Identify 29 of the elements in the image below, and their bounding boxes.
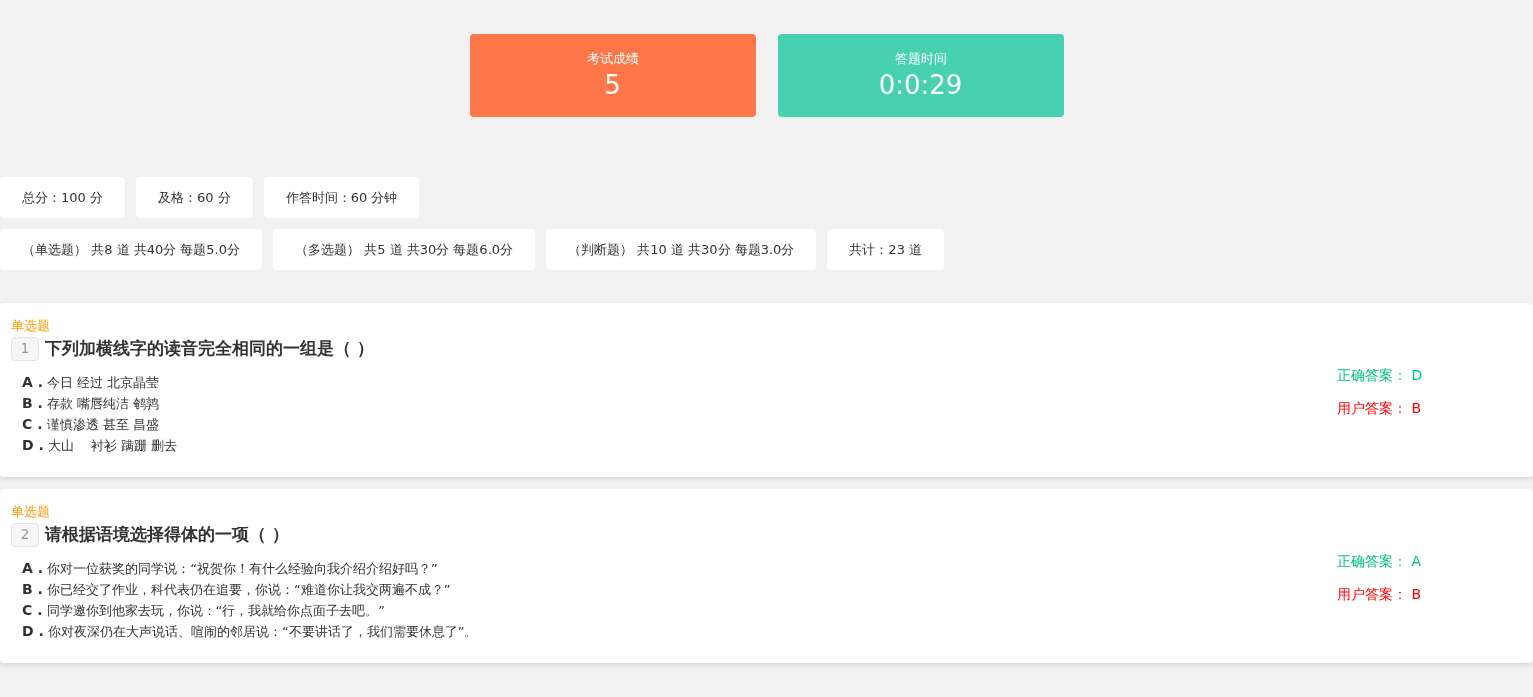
answer-option: D . 你对夜深仍在大声说话、喧闹的邻居说：“不要讲话了，我们需要休息了”。: [22, 620, 478, 642]
info-chip: 共计：23 道: [827, 229, 945, 270]
info-chip: （判断题） 共10 道 共30分 每题3.0分: [546, 229, 817, 270]
card-value: 0:0:29: [878, 69, 963, 103]
answer-option: D . 大山 衬衫 蹒跚 删去: [22, 434, 178, 456]
card-label: 答题时间: [894, 49, 947, 68]
info-chip: （单选题） 共8 道 共40分 每题5.0分: [0, 229, 263, 270]
answer-option: C . 同学邀你到他家去玩，你说：“行，我就给你点面子去吧。”: [22, 599, 386, 621]
user-answer: 用户答案： B: [1337, 399, 1422, 418]
card-label: 考试成绩: [586, 49, 639, 68]
correct-answer: 正确答案： A: [1337, 552, 1422, 571]
card-value: 5: [604, 69, 621, 103]
info-chip: （多选题） 共5 道 共30分 每题6.0分: [273, 229, 536, 270]
correct-answer: 正确答案： D: [1337, 366, 1423, 385]
question-number: 2: [11, 522, 39, 547]
question-title: 请根据语境选择得体的一项（ ）: [45, 523, 289, 546]
question-number: 1: [11, 336, 39, 361]
question-type: 单选题: [11, 317, 50, 334]
answer-option: C . 谨慎渗透 甚至 昌盛: [22, 413, 159, 435]
answer-option: B . 你已经交了作业，科代表仍在追要，你说：“难道你让我交两遍不成？”: [22, 578, 451, 600]
user-answer: 用户答案： B: [1337, 585, 1422, 604]
info-chip: 总分：100 分: [0, 177, 125, 218]
answer-option: A . 今日 经过 北京晶莹: [22, 371, 160, 393]
question-title: 下列加横线字的读音完全相同的一组是（ ）: [45, 337, 374, 360]
answer-option: B . 存款 嘴唇纯洁 鹌鹑: [22, 392, 160, 414]
question-type: 单选题: [11, 503, 50, 520]
answer-option: A . 你对一位获奖的同学说：“祝贺你！有什么经验向我介绍介绍好吗？”: [22, 557, 438, 579]
info-chip: 及格：60 分: [135, 177, 253, 218]
info-chip: 作答时间：60 分钟: [263, 177, 420, 218]
